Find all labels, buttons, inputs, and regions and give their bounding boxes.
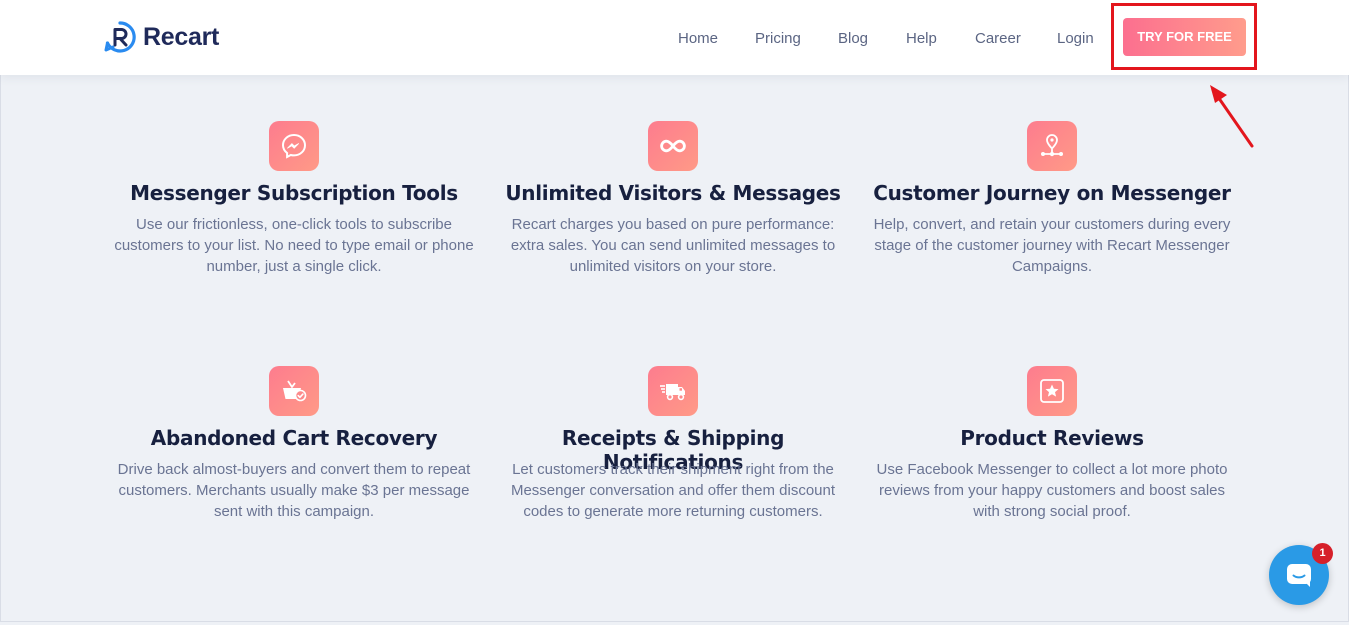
nav-item-login[interactable]: Login (1057, 30, 1094, 47)
feature-description: Drive back almost-buyers and convert the… (117, 461, 471, 520)
messenger-icon (269, 121, 319, 171)
feature-title: Abandoned Cart Recovery (150, 426, 438, 450)
chat-unread-badge: 1 (1312, 543, 1333, 564)
nav-item-career[interactable]: Career (975, 30, 1021, 47)
nav-item-pricing[interactable]: Pricing (755, 30, 801, 47)
feature-description: Help, convert, and retain your customers… (873, 216, 1231, 275)
nav-item-blog[interactable]: Blog (838, 30, 868, 47)
recart-logo-icon (104, 21, 136, 53)
feature-title: Product Reviews (960, 426, 1144, 450)
features-section: Messenger Subscription Tools Use our fri… (0, 75, 1349, 622)
feature-description: Use Facebook Messenger to collect a lot … (876, 461, 1228, 520)
feature-title: Messenger Subscription Tools (130, 181, 458, 205)
basket-check-icon (269, 366, 319, 416)
star-icon (1027, 366, 1077, 416)
journey-map-pin-icon (1027, 121, 1077, 171)
feature-description: Use our frictionless, one-click tools to… (114, 216, 474, 275)
delivery-truck-icon (648, 366, 698, 416)
annotation-arrow-icon (1210, 85, 1254, 148)
nav-item-home[interactable]: Home (678, 30, 718, 47)
brand-name: Recart (143, 22, 220, 51)
chat-icon (1287, 564, 1311, 587)
feature-description: Recart charges you based on pure perform… (510, 216, 836, 275)
feature-description: Let customers track their shipment right… (510, 461, 836, 520)
nav-item-help[interactable]: Help (906, 30, 937, 47)
feature-title: Customer Journey on Messenger (873, 181, 1231, 205)
recart-logo[interactable]: Recart (103, 20, 219, 54)
infinity-icon (648, 121, 698, 171)
annotation-highlight-box (1111, 3, 1257, 70)
feature-title: Unlimited Visitors & Messages (505, 181, 841, 205)
